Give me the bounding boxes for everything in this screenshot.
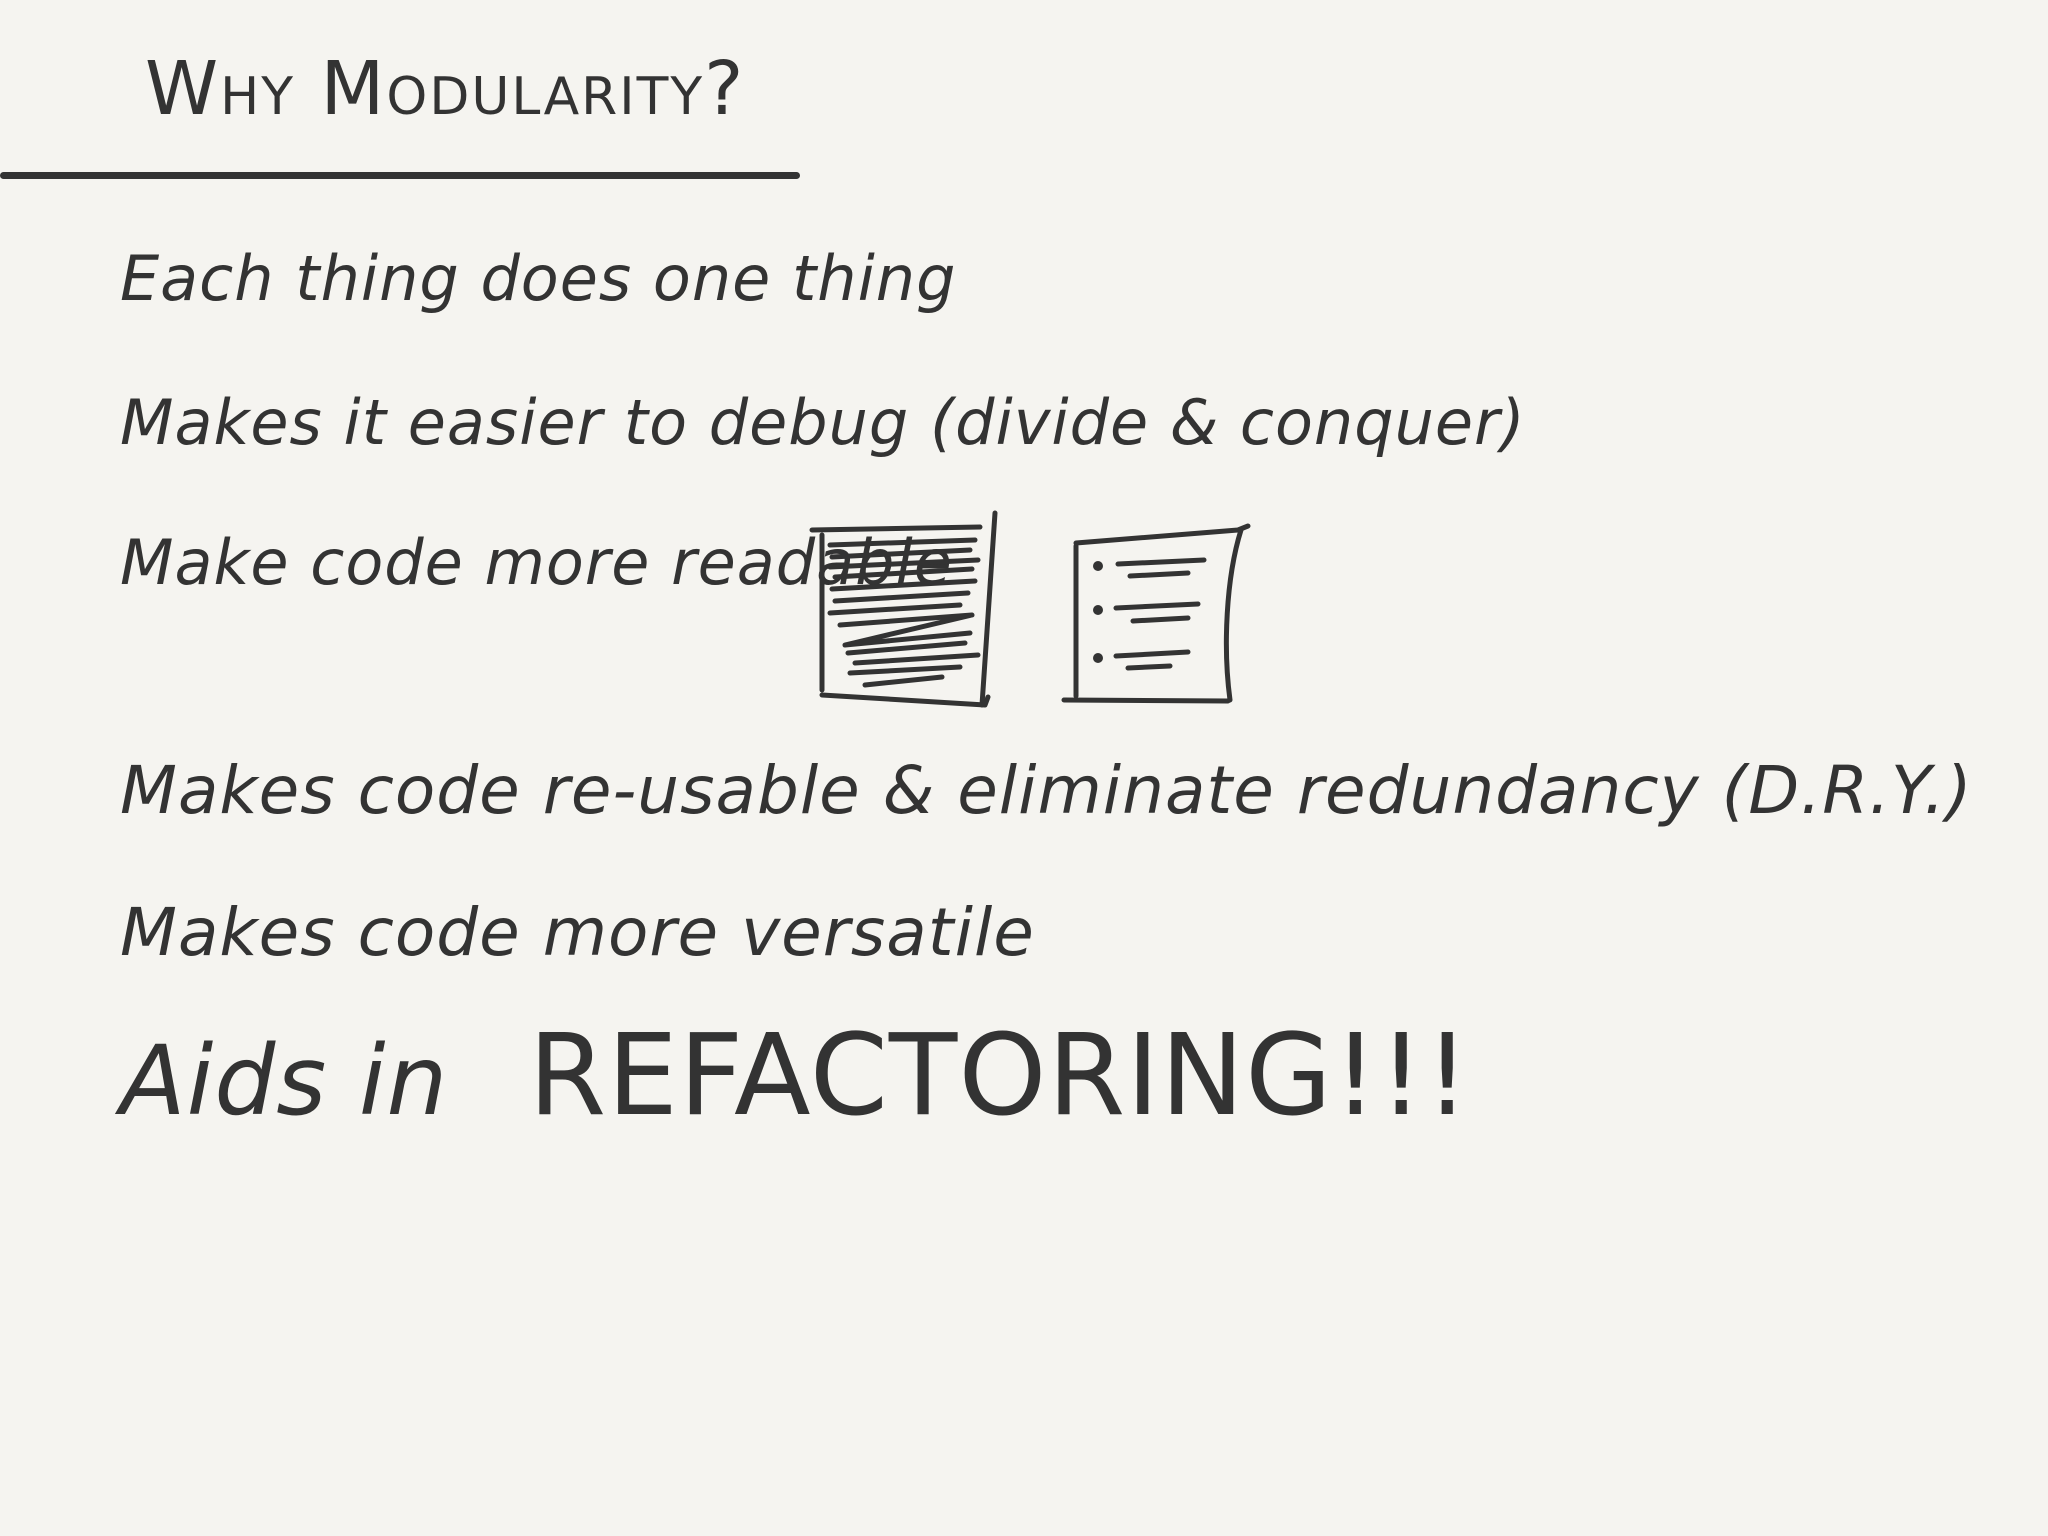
note-line-1: Each thing does one thing	[120, 242, 957, 315]
note-line-5: Makes code more versatile	[120, 894, 1035, 971]
title-underline	[0, 172, 800, 179]
note-line-4: Makes code re-usable & eliminate redunda…	[120, 752, 1973, 829]
organized-code-sketch	[1061, 523, 1251, 704]
note-line-final: Aids in REFACTORING!!!	[120, 1020, 1471, 1132]
final-prefix: Aids in	[120, 1025, 449, 1137]
messy-code-sketch	[809, 510, 998, 708]
refactoring-emphasis: REFACTORING!!!	[528, 1011, 1471, 1141]
note-line-2: Makes it easier to debug (divide & conqu…	[120, 386, 1526, 459]
note-title: Why Modularity?	[145, 46, 746, 132]
note-page: Why Modularity? Each thing does one thin…	[0, 0, 2048, 1536]
